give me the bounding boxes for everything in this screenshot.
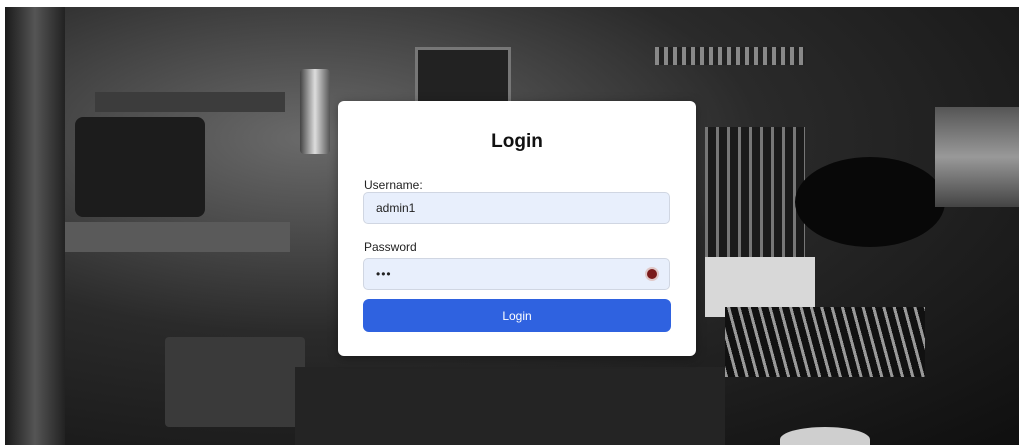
background-workbench <box>295 367 725 445</box>
password-label: Password <box>364 240 417 254</box>
eye-icon[interactable] <box>647 269 657 279</box>
background-upper-shelf <box>95 92 285 112</box>
background-bench-device <box>165 337 305 427</box>
background-shelf <box>65 222 290 252</box>
login-button[interactable]: Login <box>363 299 671 332</box>
background-screwdriver-rack <box>725 307 925 377</box>
password-input[interactable] <box>363 258 670 290</box>
background-bowl <box>780 427 870 445</box>
background-pegboard-post <box>5 7 65 445</box>
background-drawers <box>935 107 1019 207</box>
background-sign-plate <box>415 47 511 108</box>
background-spray-can <box>300 69 330 154</box>
login-card: Login Username: Password Login <box>338 101 696 356</box>
background-tool-rack-top <box>655 47 805 65</box>
login-title: Login <box>491 131 543 152</box>
background-equipment-box <box>75 117 205 217</box>
background-lamp <box>795 157 945 247</box>
username-input[interactable] <box>363 192 670 224</box>
background-tool-rack <box>705 127 805 257</box>
username-label: Username: <box>364 178 423 192</box>
